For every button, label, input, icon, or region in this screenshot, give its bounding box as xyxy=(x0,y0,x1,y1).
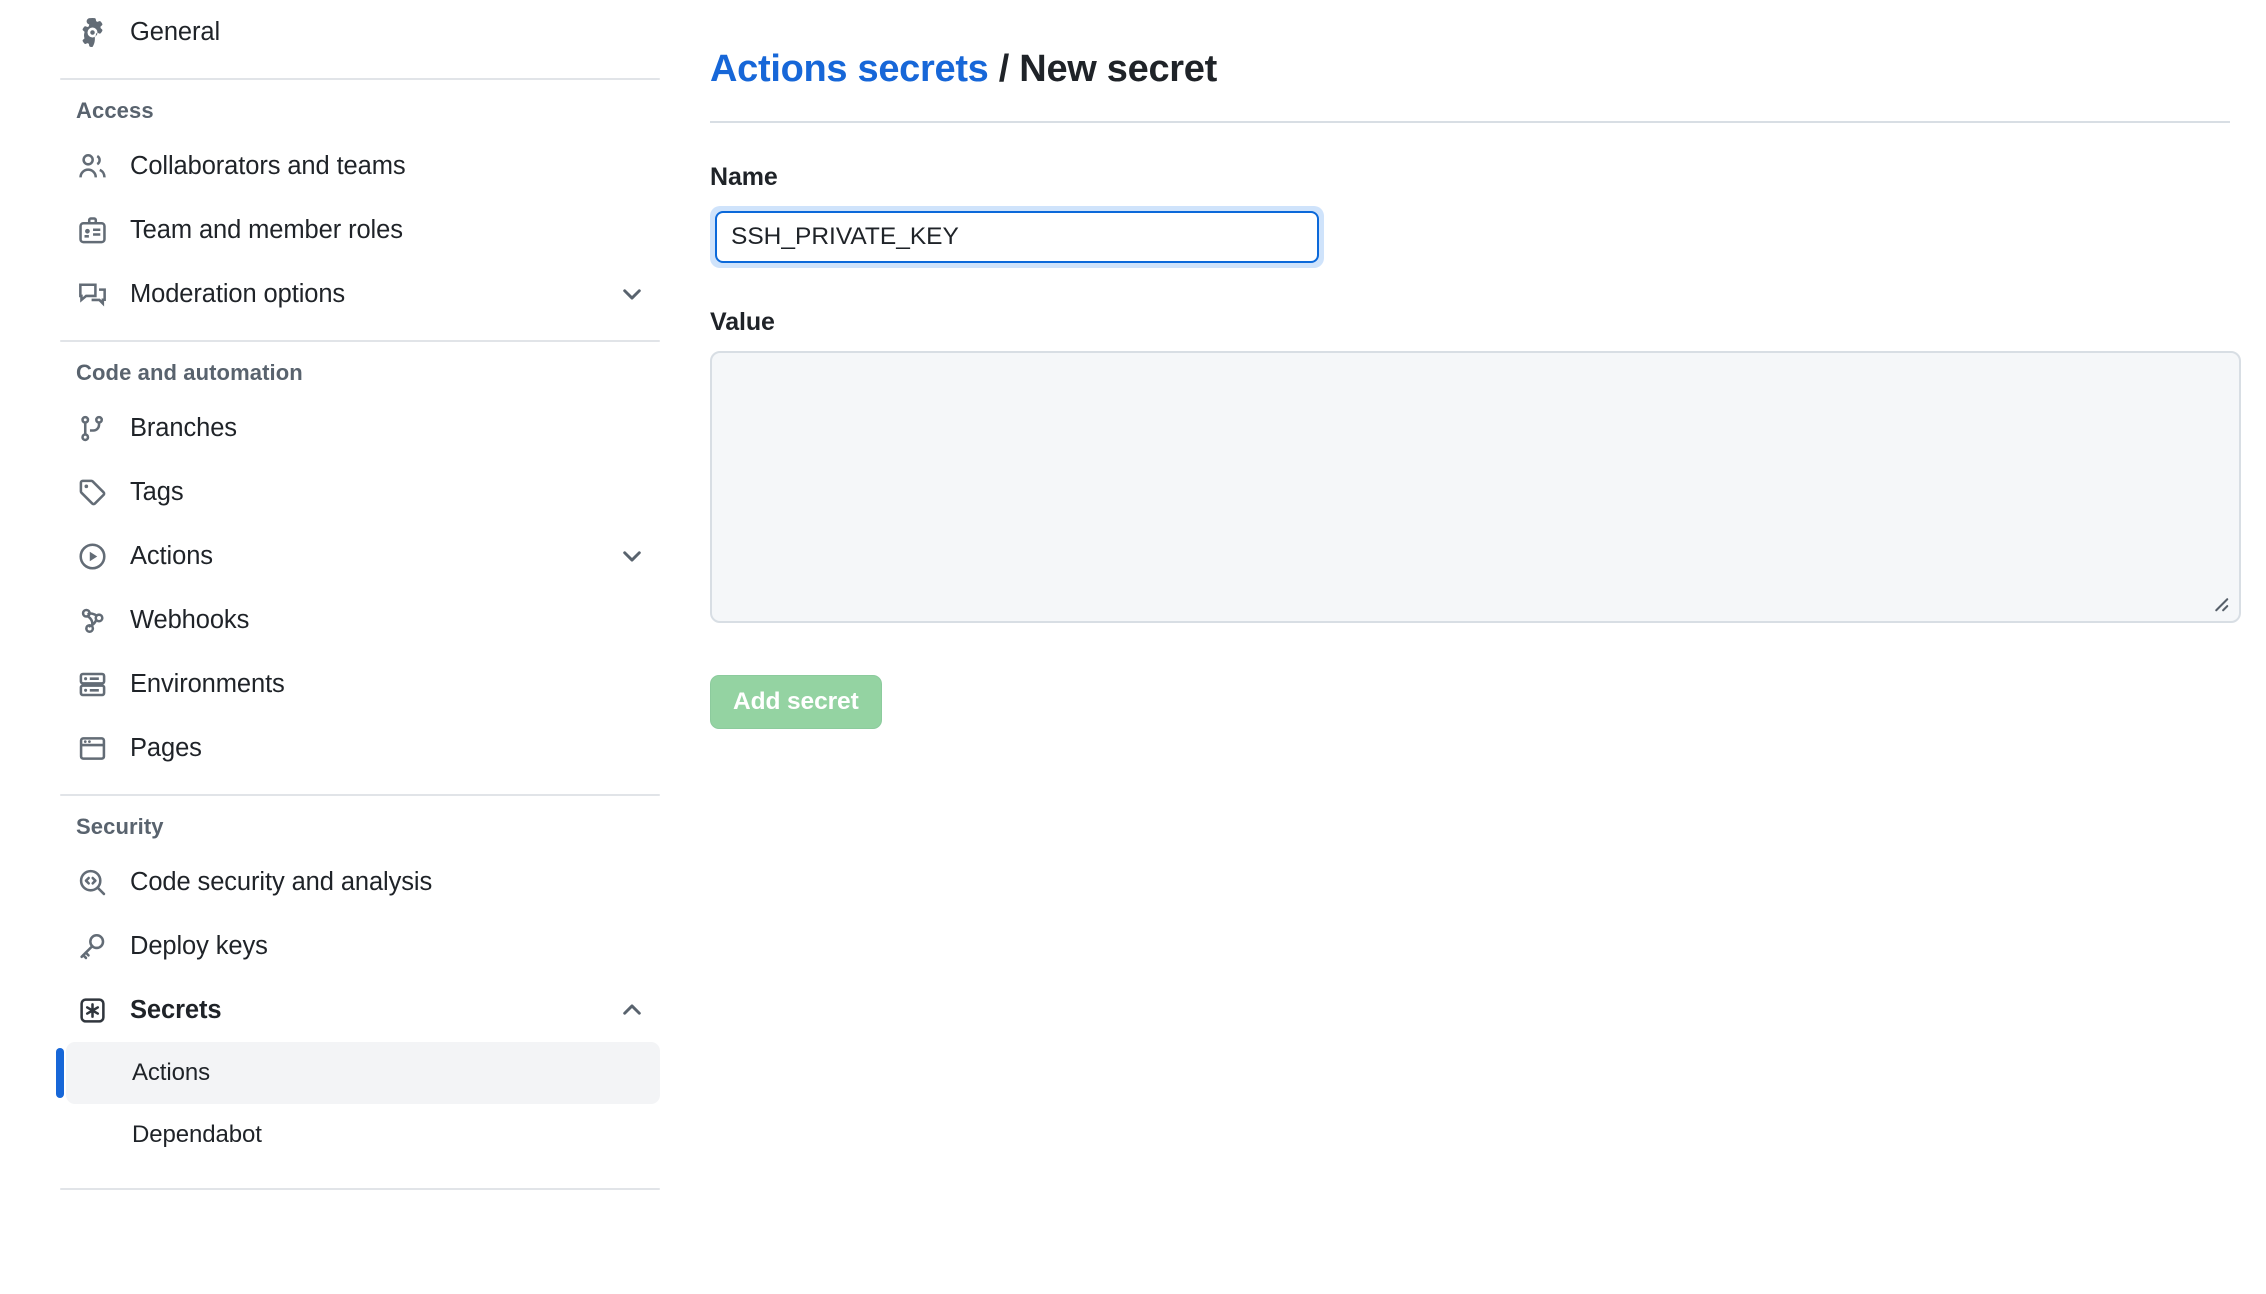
name-input-focus-ring xyxy=(710,206,1324,269)
name-field-label: Name xyxy=(710,163,778,192)
sidebar-subitem-label: Dependabot xyxy=(132,1121,262,1148)
main-content: Actions secrets / New secret Name Value … xyxy=(710,0,2266,1294)
sidebar-divider xyxy=(60,794,660,796)
add-secret-button[interactable]: Add secret xyxy=(710,675,882,730)
chevron-down-icon[interactable] xyxy=(618,542,646,570)
key-icon xyxy=(76,930,108,962)
server-icon xyxy=(76,668,108,700)
sidebar-divider xyxy=(60,78,660,80)
git-branch-icon xyxy=(76,412,108,444)
sidebar-item-deploy-keys[interactable]: Deploy keys xyxy=(60,914,660,978)
breadcrumb: Actions secrets / New secret xyxy=(710,25,2230,124)
webhook-icon xyxy=(76,604,108,636)
sidebar-section-title-security: Security xyxy=(76,814,164,839)
chevron-up-icon[interactable] xyxy=(618,996,646,1024)
sidebar-item-label: Secrets xyxy=(130,995,222,1024)
sidebar-item-label: Webhooks xyxy=(130,605,250,634)
sidebar-item-label: Pages xyxy=(130,733,202,762)
sidebar-item-collaborators-and-teams[interactable]: Collaborators and teams xyxy=(60,134,660,198)
id-badge-icon xyxy=(76,214,108,246)
sidebar-item-label: Tags xyxy=(130,477,184,506)
sidebar-item-environments[interactable]: Environments xyxy=(60,652,660,716)
sidebar-item-branches[interactable]: Branches xyxy=(60,396,660,460)
secret-value-textarea[interactable] xyxy=(710,351,2241,624)
page-title: New secret xyxy=(1019,48,1217,91)
gear-icon xyxy=(76,16,108,48)
breadcrumb-separator: / xyxy=(988,48,1020,91)
sidebar-item-label: Collaborators and teams xyxy=(130,151,406,180)
settings-page: General Access Collaborators and teams T… xyxy=(0,0,2266,1294)
sidebar-item-pages[interactable]: Pages xyxy=(60,716,660,780)
comment-discussion-icon xyxy=(76,278,108,310)
play-circle-icon xyxy=(76,540,108,572)
sidebar-subitem-secrets-actions[interactable]: Actions xyxy=(56,1042,660,1104)
value-textarea-wrapper xyxy=(710,351,2241,624)
sidebar-item-moderation-options[interactable]: Moderation options xyxy=(60,262,660,326)
sidebar-item-label: Team and member roles xyxy=(130,215,403,244)
sidebar-item-label: General xyxy=(130,17,221,46)
sidebar-item-label: Deploy keys xyxy=(130,931,268,960)
sidebar-item-actions[interactable]: Actions xyxy=(60,524,660,588)
asterisk-box-icon xyxy=(76,994,108,1026)
sidebar-item-code-security-and-analysis[interactable]: Code security and analysis xyxy=(60,850,660,914)
sidebar-item-team-and-member-roles[interactable]: Team and member roles xyxy=(60,198,660,262)
sidebar-item-secrets[interactable]: Secrets xyxy=(60,978,660,1042)
browser-icon xyxy=(76,732,108,764)
value-field-label: Value xyxy=(710,308,775,337)
sidebar-item-label: Code security and analysis xyxy=(130,867,433,896)
sidebar-item-tags[interactable]: Tags xyxy=(60,460,660,524)
sidebar-item-general[interactable]: General xyxy=(60,0,660,64)
secrets-subnav: Actions Dependabot xyxy=(56,1042,660,1166)
secret-name-input[interactable] xyxy=(715,211,1319,264)
tag-icon xyxy=(76,476,108,508)
people-icon xyxy=(76,150,108,182)
sidebar-item-label: Moderation options xyxy=(130,279,346,308)
sidebar-section-title-access: Access xyxy=(76,98,154,123)
codescan-icon xyxy=(76,866,108,898)
sidebar-section-title-code-and-automation: Code and automation xyxy=(76,360,303,385)
sidebar-item-label: Branches xyxy=(130,413,237,442)
sidebar-item-webhooks[interactable]: Webhooks xyxy=(60,588,660,652)
settings-sidebar: General Access Collaborators and teams T… xyxy=(0,0,710,1294)
breadcrumb-link-actions-secrets[interactable]: Actions secrets xyxy=(710,48,989,90)
sidebar-subitem-label: Actions xyxy=(132,1059,211,1086)
sidebar-subitem-secrets-dependabot[interactable]: Dependabot xyxy=(66,1104,660,1166)
chevron-down-icon[interactable] xyxy=(618,280,646,308)
sidebar-divider xyxy=(60,340,660,342)
sidebar-item-label: Actions xyxy=(130,541,213,570)
sidebar-divider xyxy=(60,1188,660,1190)
sidebar-item-label: Environments xyxy=(130,669,285,698)
